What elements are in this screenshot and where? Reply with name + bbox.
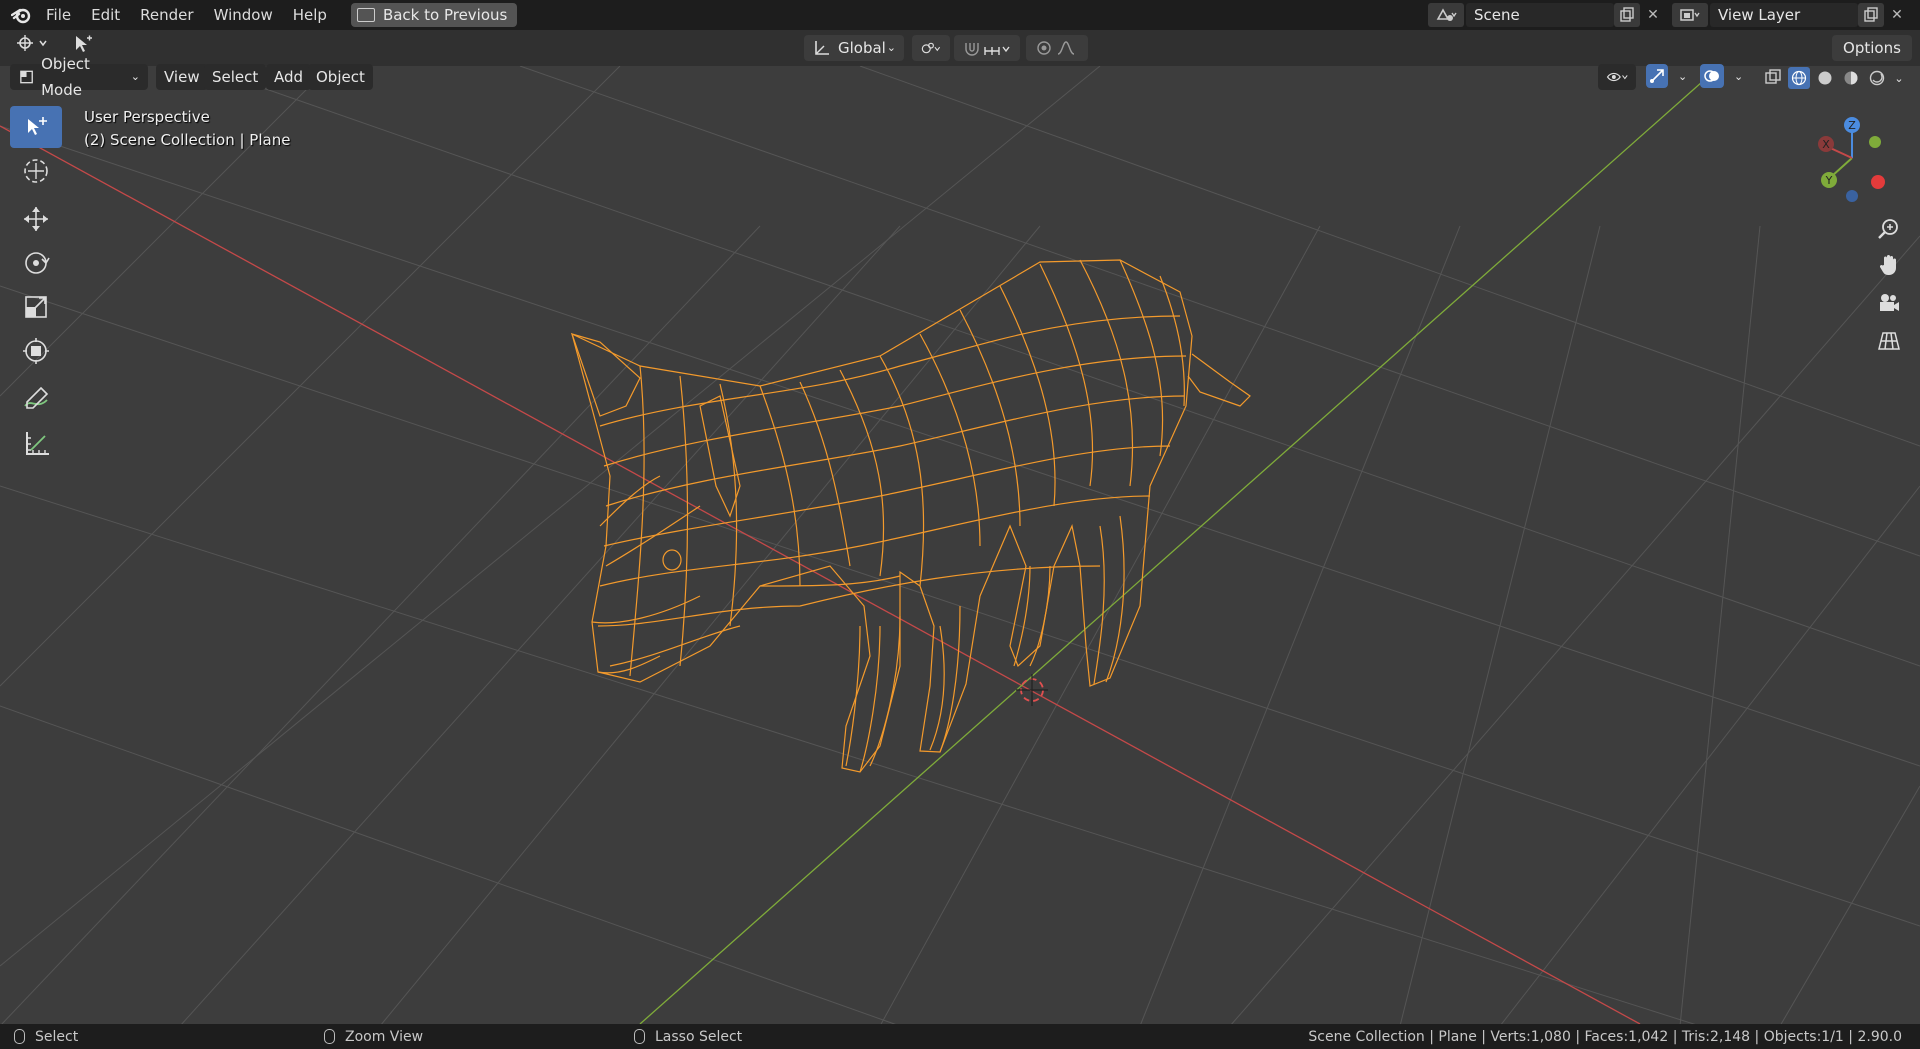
- view-layer-field[interactable]: View Layer: [1710, 3, 1858, 27]
- mode-label: Object Mode: [41, 55, 90, 99]
- xray-toggle-icon[interactable]: [1756, 64, 1790, 90]
- chevron-down-icon: ⌄: [130, 70, 140, 83]
- view-menu[interactable]: View: [156, 64, 208, 90]
- falloff-curve-icon: [1057, 41, 1075, 55]
- status-lasso-label: Lasso Select: [655, 1028, 743, 1045]
- navigation-gizmo[interactable]: Z Y X: [1802, 110, 1902, 210]
- rotate-tool-icon[interactable]: [10, 242, 62, 284]
- visibility-dropdown[interactable]: [1598, 64, 1636, 90]
- tool-shelf: [10, 106, 62, 466]
- zoom-icon[interactable]: [1872, 212, 1906, 246]
- right-mouse-icon: [634, 1029, 645, 1044]
- pivot-point-dropdown[interactable]: [912, 35, 950, 61]
- menu-help[interactable]: Help: [283, 0, 337, 30]
- view-layer-browse-icon[interactable]: [1672, 3, 1708, 27]
- gizmo-neg-x-icon[interactable]: [1871, 175, 1885, 189]
- scene-statistics: Scene Collection | Plane | Verts:1,080 |…: [1308, 1028, 1902, 1045]
- status-zoom-label: Zoom View: [345, 1028, 424, 1045]
- gizmo-neg-z-icon[interactable]: [1846, 190, 1858, 202]
- proportional-editing-group[interactable]: [1026, 35, 1088, 61]
- top-menu-bar: File Edit Render Window Help Back to Pre…: [0, 0, 1920, 30]
- back-to-previous-label: Back to Previous: [382, 6, 508, 24]
- scene-name-field[interactable]: Scene: [1466, 3, 1614, 27]
- gizmo-x-label: X: [1822, 138, 1830, 151]
- select-tool-icon[interactable]: [10, 106, 62, 148]
- new-scene-icon[interactable]: [1614, 3, 1640, 27]
- back-to-previous-button[interactable]: Back to Previous: [350, 3, 518, 27]
- delete-scene-icon[interactable]: ✕: [1640, 3, 1666, 27]
- menu-edit[interactable]: Edit: [81, 0, 130, 30]
- left-mouse-icon: [14, 1029, 25, 1044]
- transform-orientation-dropdown[interactable]: Global ⌄: [804, 35, 904, 61]
- viewport-header: Global ⌄ Options: [0, 30, 1920, 66]
- view-layer-selector: View Layer ✕: [1672, 3, 1910, 27]
- gizmo-neg-y-icon[interactable]: [1869, 136, 1881, 148]
- overlays-toggle-icon[interactable]: [1700, 64, 1724, 88]
- measure-tool-icon[interactable]: [10, 422, 62, 464]
- overlays-dropdown-chevron-icon[interactable]: ⌄: [1726, 64, 1751, 90]
- status-zoom-hint: Zoom View: [324, 1029, 634, 1045]
- shading-modes: ⌄: [1788, 67, 1906, 89]
- chevron-down-icon: ⌄: [886, 41, 896, 54]
- gizmo-toggle-icon[interactable]: [1646, 64, 1668, 88]
- menu-render[interactable]: Render: [130, 0, 203, 30]
- select-menu[interactable]: Select: [204, 64, 267, 90]
- middle-mouse-icon: [324, 1029, 335, 1044]
- material-shading-icon[interactable]: [1840, 67, 1862, 89]
- options-label: Options: [1843, 39, 1901, 57]
- annotate-tool-icon[interactable]: [10, 378, 62, 420]
- add-menu[interactable]: Add: [266, 64, 312, 90]
- move-tool-icon[interactable]: [10, 198, 62, 240]
- gizmo-y-label: Y: [1825, 174, 1833, 187]
- perspective-toggle-icon[interactable]: [1872, 324, 1906, 358]
- scene-selector: Scene ✕: [1428, 3, 1666, 27]
- delete-view-layer-icon[interactable]: ✕: [1884, 3, 1910, 27]
- pan-hand-icon[interactable]: [1872, 248, 1906, 282]
- pivot-icon: [921, 42, 941, 54]
- perspective-label: User Perspective: [84, 108, 210, 126]
- eye-icon: [1606, 72, 1628, 82]
- gizmo-dropdown-chevron-icon[interactable]: ⌄: [1670, 64, 1695, 90]
- object-mode-icon: [20, 70, 33, 84]
- dog-wireframe-mesh[interactable]: [571, 259, 1251, 773]
- status-bar: Select Zoom View Lasso Select Scene Coll…: [0, 1024, 1920, 1049]
- gizmo-z-label: Z: [1848, 119, 1856, 132]
- y-axis-line: [639, 66, 1721, 1024]
- mode-dropdown[interactable]: Object Mode ⌄: [10, 55, 148, 99]
- 3d-viewport[interactable]: User Perspective (2) Scene Collection | …: [0, 66, 1920, 1024]
- blender-logo-icon[interactable]: [6, 0, 36, 30]
- proportional-editing-icon: [1037, 41, 1051, 55]
- viewport-mode-bar: Object Mode ⌄ View Select Add Object ⌄ ⌄…: [0, 55, 1920, 99]
- floor-grid: [0, 66, 1920, 1024]
- orientation-axes-icon: [815, 41, 829, 55]
- new-view-layer-icon[interactable]: [1858, 3, 1884, 27]
- x-axis-line: [0, 125, 1641, 1024]
- object-menu[interactable]: Object: [308, 64, 373, 90]
- snap-group[interactable]: [954, 35, 1020, 61]
- scale-tool-icon[interactable]: [10, 286, 62, 328]
- cursor-tool-icon[interactable]: [10, 150, 62, 192]
- solid-shading-icon[interactable]: [1814, 67, 1836, 89]
- camera-view-icon[interactable]: [1872, 286, 1906, 320]
- status-select-hint: Select: [14, 1029, 324, 1045]
- viewport-info-overlay: User Perspective (2) Scene Collection | …: [84, 106, 290, 152]
- menu-window[interactable]: Window: [204, 0, 283, 30]
- options-dropdown[interactable]: Options: [1832, 35, 1912, 61]
- orientation-label: Global: [838, 39, 886, 57]
- magnet-snap-icon: [965, 43, 979, 56]
- status-select-label: Select: [35, 1028, 79, 1045]
- wireframe-shading-icon[interactable]: [1788, 67, 1810, 89]
- menu-file[interactable]: File: [36, 0, 81, 30]
- snap-increment-icon: [984, 46, 1010, 55]
- back-screen-icon: [356, 8, 375, 22]
- rendered-shading-icon[interactable]: [1866, 67, 1888, 89]
- transform-tool-icon[interactable]: [10, 330, 62, 372]
- shading-dropdown-chevron-icon[interactable]: ⌄: [1892, 67, 1906, 89]
- scene-browse-icon[interactable]: [1428, 3, 1464, 27]
- status-lasso-hint: Lasso Select: [634, 1029, 742, 1045]
- viewport-grid-and-mesh: [0, 66, 1920, 1024]
- 3d-cursor-icon[interactable]: [1016, 674, 1048, 706]
- collection-label: (2) Scene Collection | Plane: [84, 131, 291, 149]
